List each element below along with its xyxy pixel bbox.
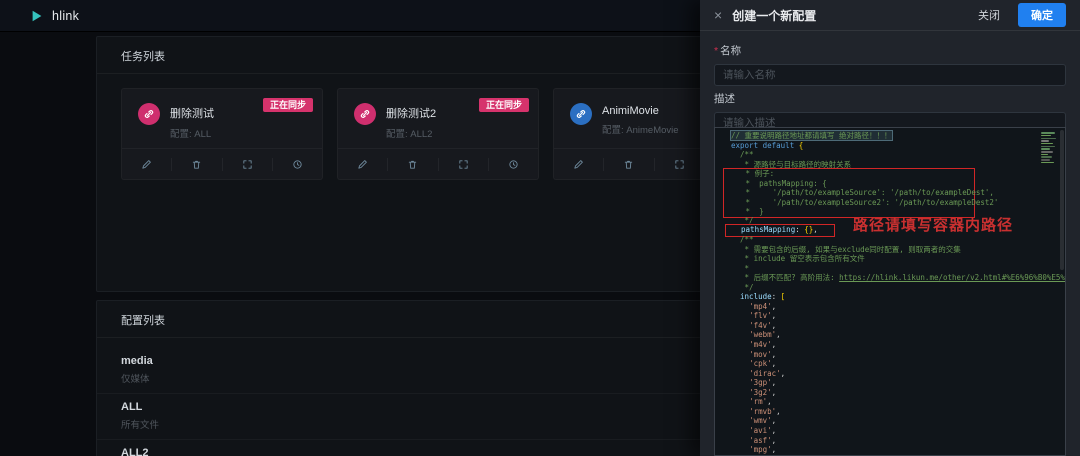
code-line: * '/path/to/exampleSource2': '/path/to/e… [732, 197, 999, 207]
code-line: * 需要包含的后缀, 如果与exclude同时配置, 则取两者的交集 [731, 244, 961, 254]
code-editor: // 重要说明路径地址都请填写 绝对路径！！！ export default { … [714, 127, 1066, 456]
minimap-mark [1041, 145, 1055, 148]
divider [487, 157, 489, 171]
code-line: /** [740, 150, 754, 160]
code-line: * 例子: [732, 169, 775, 179]
task-link-icon [354, 103, 376, 125]
code-line: include: [ [740, 292, 786, 302]
hlink-logo-icon [30, 9, 44, 23]
divider [437, 157, 439, 171]
expand-icon[interactable] [672, 157, 687, 172]
red-highlight-box: * 例子: * pathsMapping: { * '/path/to/exam… [723, 168, 999, 218]
history-icon[interactable] [506, 157, 521, 172]
divider [387, 157, 389, 171]
description-label: 描述 [714, 93, 735, 105]
task-card: 删除测试配置: ALL 正在同步 [121, 88, 323, 180]
edit-icon[interactable] [571, 157, 586, 172]
edit-icon[interactable] [355, 157, 370, 172]
minimap-mark [1041, 156, 1052, 158]
editor-scrollbar[interactable] [1060, 130, 1064, 270]
drawer-title: 创建一个新配置 [732, 8, 817, 23]
path-annotation: 路径请填写容器内路径 [853, 217, 1014, 235]
code-line: * '/path/to/exampleSource': '/path/to/ex… [732, 188, 994, 198]
task-config-ref: 配置: ALL2 [386, 129, 433, 140]
create-config-drawer: × 创建一个新配置 关闭 确定 名称 描述 // 重要说明路径地址都请填写 绝对… [700, 0, 1080, 456]
task-card: 删除测试2 配置: ALL2 正在同步 [337, 88, 539, 180]
code-line: '3gp', [749, 378, 777, 388]
task-action-bar [338, 148, 538, 179]
task-config-ref: 配置: AnimeMovie [602, 125, 679, 136]
task-action-bar [122, 148, 322, 179]
code-line: * 源路径与目标路径的映射关系 [731, 159, 852, 169]
task-title: 删除测试2 [386, 108, 437, 120]
code-line: * pathsMapping: { [732, 178, 827, 188]
code-line: 'f4v', [749, 320, 777, 330]
drawer-header: × 创建一个新配置 关闭 确定 [700, 0, 1080, 31]
divider [221, 157, 223, 171]
code-line: 'webm', [749, 330, 781, 340]
delete-icon[interactable] [405, 157, 420, 172]
minimap-mark [1041, 132, 1055, 134]
divider [171, 157, 173, 171]
code-line: 'flv', [749, 311, 777, 321]
task-config-ref: 配置: ALL [170, 129, 212, 140]
code-line: 'avi', [749, 425, 777, 435]
task-link-icon [138, 103, 160, 125]
code-line: pathsMapping: {}, 路径请填写容器内路径 [725, 219, 1065, 238]
code-line: // 重要说明路径地址都请填写 绝对路径！！！ [730, 130, 893, 141]
delete-icon[interactable] [189, 157, 204, 172]
minimap-mark [1041, 140, 1049, 142]
code-line: 'mpg', [749, 445, 777, 455]
code-line: 'dirac', [749, 368, 786, 378]
code-line: 'cpk', [749, 359, 777, 369]
app-root: hlink 任务列表 删除测试 配置: ALL 正在同步 删除测试2 配置: ALL2 正… [0, 0, 1080, 456]
delete-icon[interactable] [621, 157, 636, 172]
history-icon[interactable] [290, 157, 305, 172]
config-code-area[interactable]: // 重要说明路径地址都请填写 绝对路径！！！ export default { … [715, 128, 1065, 455]
config-form: 名称 描述 [700, 31, 1080, 134]
divider [653, 157, 655, 171]
expand-icon[interactable] [456, 157, 471, 172]
minimap-mark [1041, 161, 1054, 164]
task-link-icon [570, 103, 592, 125]
app-title: hlink [52, 8, 80, 23]
code-line: * include 留空表示包含所有文件 [731, 254, 865, 264]
minimap-mark [1041, 134, 1051, 137]
name-label: 名称 [714, 43, 1066, 58]
task-status-badge: 正在同步 [478, 98, 529, 112]
task-status-badge: 正在同步 [262, 98, 313, 112]
divider [271, 157, 273, 171]
code-line: /** [740, 235, 754, 245]
minimap-mark [1041, 151, 1053, 153]
code-line: 'rmvb', [749, 406, 781, 416]
code-line: 'm4v', [749, 340, 777, 350]
edit-icon[interactable] [139, 157, 154, 172]
editor-minimap [1041, 131, 1057, 164]
minimap-mark [1041, 159, 1050, 161]
code-line: 'mp4', [749, 301, 777, 311]
code-line: */ [731, 282, 754, 292]
code-line: 'mov', [749, 349, 777, 359]
name-input[interactable] [714, 64, 1066, 86]
code-line: * 后缀不匹配? 高阶用法: https://hlink.likun.me/ot… [731, 273, 1065, 283]
minimap-mark [1041, 148, 1050, 150]
code-line: * [731, 263, 750, 273]
code-line: 'asf', [749, 435, 777, 445]
divider [603, 157, 605, 171]
code-line: export default { [731, 140, 804, 150]
task-title: AnimiMovie [602, 105, 659, 117]
minimap-mark [1041, 142, 1053, 145]
confirm-button[interactable]: 确定 [1018, 3, 1066, 27]
code-line: '3g2', [749, 387, 777, 397]
code-line: 'wmv', [749, 416, 777, 426]
close-button[interactable]: 关闭 [970, 3, 1008, 27]
minimap-mark [1041, 137, 1056, 140]
code-line: 'rm', [749, 397, 772, 407]
minimap-mark [1041, 153, 1048, 156]
task-title: 删除测试 [170, 108, 214, 120]
expand-icon[interactable] [240, 157, 255, 172]
close-icon[interactable]: × [714, 8, 722, 22]
